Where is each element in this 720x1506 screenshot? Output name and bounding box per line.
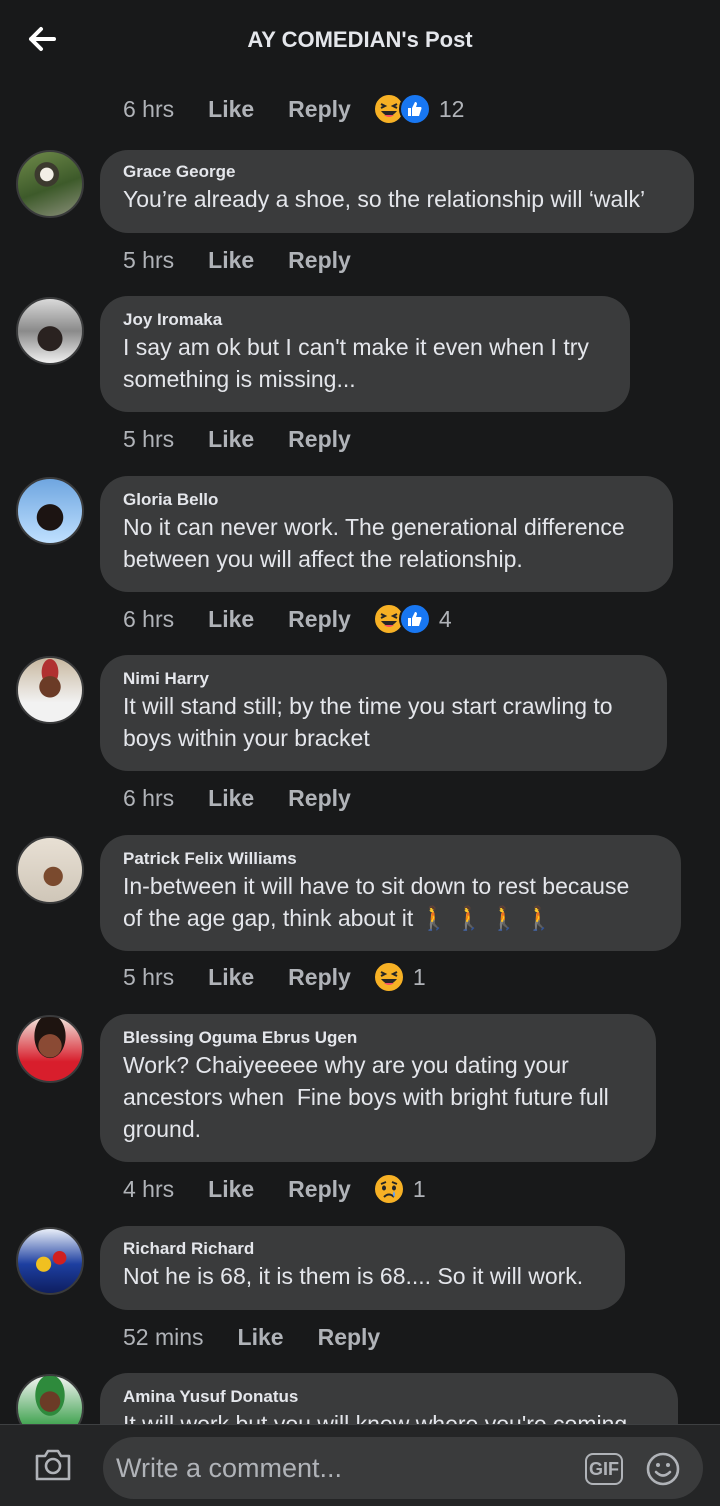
comment-author[interactable]: Gloria Bello bbox=[123, 489, 651, 511]
comment-text: Not he is 68, it is them is 68.... So it… bbox=[123, 1263, 584, 1289]
reaction-count: 1 bbox=[412, 1175, 426, 1202]
comment-time: 52 mins bbox=[123, 1323, 204, 1350]
reply-button[interactable]: Reply bbox=[318, 1324, 381, 1351]
comment-meta: 4 hrs Like Reply 1 bbox=[123, 1173, 426, 1205]
camera-button[interactable] bbox=[33, 1447, 73, 1483]
like-button[interactable]: Like bbox=[208, 964, 254, 991]
reply-button[interactable]: Reply bbox=[288, 426, 351, 453]
comment-bubble: Joy Iromaka I say am ok but I can't make… bbox=[100, 296, 630, 412]
comment-bubble: Grace George You’re already a shoe, so t… bbox=[100, 150, 694, 233]
avatar[interactable] bbox=[16, 477, 84, 545]
comment-time: 6 hrs bbox=[123, 784, 175, 811]
comment-text: You’re already a shoe, so the relationsh… bbox=[123, 186, 646, 212]
comment-author[interactable]: Amina Yusuf Donatus bbox=[123, 1386, 656, 1408]
avatar[interactable] bbox=[16, 1015, 84, 1083]
reply-button[interactable]: Reply bbox=[288, 964, 351, 991]
avatar[interactable] bbox=[16, 297, 84, 365]
comment-text: In-between it will have to sit down to r… bbox=[123, 873, 630, 931]
comment-time: 5 hrs bbox=[123, 425, 175, 452]
smiley-icon bbox=[646, 1452, 680, 1486]
reaction-count: 1 bbox=[412, 963, 426, 990]
reply-button[interactable]: Reply bbox=[288, 785, 351, 812]
comment-author[interactable]: Richard Richard bbox=[123, 1238, 603, 1260]
avatar[interactable] bbox=[16, 836, 84, 904]
avatar[interactable] bbox=[16, 1374, 84, 1424]
emoji-button[interactable] bbox=[645, 1451, 681, 1487]
top-bar: AY COMEDIAN's Post bbox=[0, 0, 720, 84]
comment-meta: 5 hrs Like Reply bbox=[123, 245, 351, 275]
comments-list: 6 hrs Like Reply 12 Grace George You’re … bbox=[0, 84, 720, 1424]
comment-meta: 6 hrs Like Reply 12 bbox=[123, 93, 465, 125]
avatar[interactable] bbox=[16, 150, 84, 218]
like-button[interactable]: Like bbox=[208, 426, 254, 453]
comment-bubble: Blessing Oguma Ebrus Ugen Work? Chaiyeee… bbox=[100, 1014, 656, 1162]
like-button[interactable]: Like bbox=[208, 247, 254, 274]
comment-bubble: Patrick Felix Williams In-between it wil… bbox=[100, 835, 681, 951]
reply-button[interactable]: Reply bbox=[288, 96, 351, 123]
comment-time: 4 hrs bbox=[123, 1175, 175, 1202]
comment-author[interactable]: Nimi Harry bbox=[123, 668, 645, 690]
comment-meta: 6 hrs Like Reply 4 bbox=[123, 603, 452, 635]
reaction-summary[interactable]: 1 bbox=[372, 1173, 426, 1205]
comment-author[interactable]: Blessing Oguma Ebrus Ugen bbox=[123, 1027, 634, 1049]
comment-text: Work? Chaiyeeeee why are you dating your… bbox=[123, 1052, 609, 1142]
comment-time: 5 hrs bbox=[123, 963, 175, 990]
reaction-count: 4 bbox=[438, 605, 452, 632]
reply-button[interactable]: Reply bbox=[288, 1176, 351, 1203]
comment-bubble: Richard Richard Not he is 68, it is them… bbox=[100, 1226, 625, 1310]
reaction-summary[interactable]: 4 bbox=[372, 603, 452, 635]
sad-reaction-icon bbox=[372, 1173, 405, 1205]
comment-author[interactable]: Joy Iromaka bbox=[123, 309, 608, 331]
comment-bubble: Amina Yusuf Donatus It will work but you… bbox=[100, 1373, 678, 1424]
comment-author[interactable]: Grace George bbox=[123, 161, 672, 183]
comment-author[interactable]: Patrick Felix Williams bbox=[123, 848, 659, 870]
like-button[interactable]: Like bbox=[208, 785, 254, 812]
comment-time: 6 hrs bbox=[123, 95, 175, 122]
reply-button[interactable]: Reply bbox=[288, 606, 351, 633]
comment-text: I say am ok but I can't make it even whe… bbox=[123, 334, 589, 392]
avatar[interactable] bbox=[16, 656, 84, 724]
comment-text: No it can never work. The generational d… bbox=[123, 514, 625, 572]
gif-button[interactable]: GIF bbox=[585, 1453, 623, 1485]
comment-text: It will work but you will know where you… bbox=[123, 1411, 628, 1424]
page-title: AY COMEDIAN's Post bbox=[247, 27, 473, 52]
reaction-summary[interactable]: 12 bbox=[372, 93, 465, 125]
comment-bubble: Nimi Harry It will stand still; by the t… bbox=[100, 655, 667, 771]
haha-reaction-icon bbox=[372, 961, 405, 993]
like-button[interactable]: Like bbox=[208, 1176, 254, 1203]
comment-composer: GIF bbox=[0, 1424, 720, 1506]
comment-time: 5 hrs bbox=[123, 246, 175, 273]
like-reaction-icon bbox=[398, 603, 431, 635]
comment-meta: 5 hrs Like Reply bbox=[123, 424, 351, 454]
comment-meta: 52 mins Like Reply bbox=[123, 1322, 380, 1352]
comment-text: It will stand still; by the time you sta… bbox=[123, 693, 613, 751]
camera-icon bbox=[35, 1449, 71, 1481]
like-reaction-icon bbox=[398, 93, 431, 125]
comment-time: 6 hrs bbox=[123, 605, 175, 632]
reply-button[interactable]: Reply bbox=[288, 247, 351, 274]
avatar[interactable] bbox=[16, 1227, 84, 1295]
like-button[interactable]: Like bbox=[238, 1324, 284, 1351]
comment-bubble: Gloria Bello No it can never work. The g… bbox=[100, 476, 673, 592]
reaction-summary[interactable]: 1 bbox=[372, 961, 426, 993]
like-button[interactable]: Like bbox=[208, 606, 254, 633]
comment-meta: 5 hrs Like Reply 1 bbox=[123, 961, 426, 993]
like-button[interactable]: Like bbox=[208, 96, 254, 123]
reaction-count: 12 bbox=[438, 95, 465, 122]
comment-meta: 6 hrs Like Reply bbox=[123, 783, 351, 813]
